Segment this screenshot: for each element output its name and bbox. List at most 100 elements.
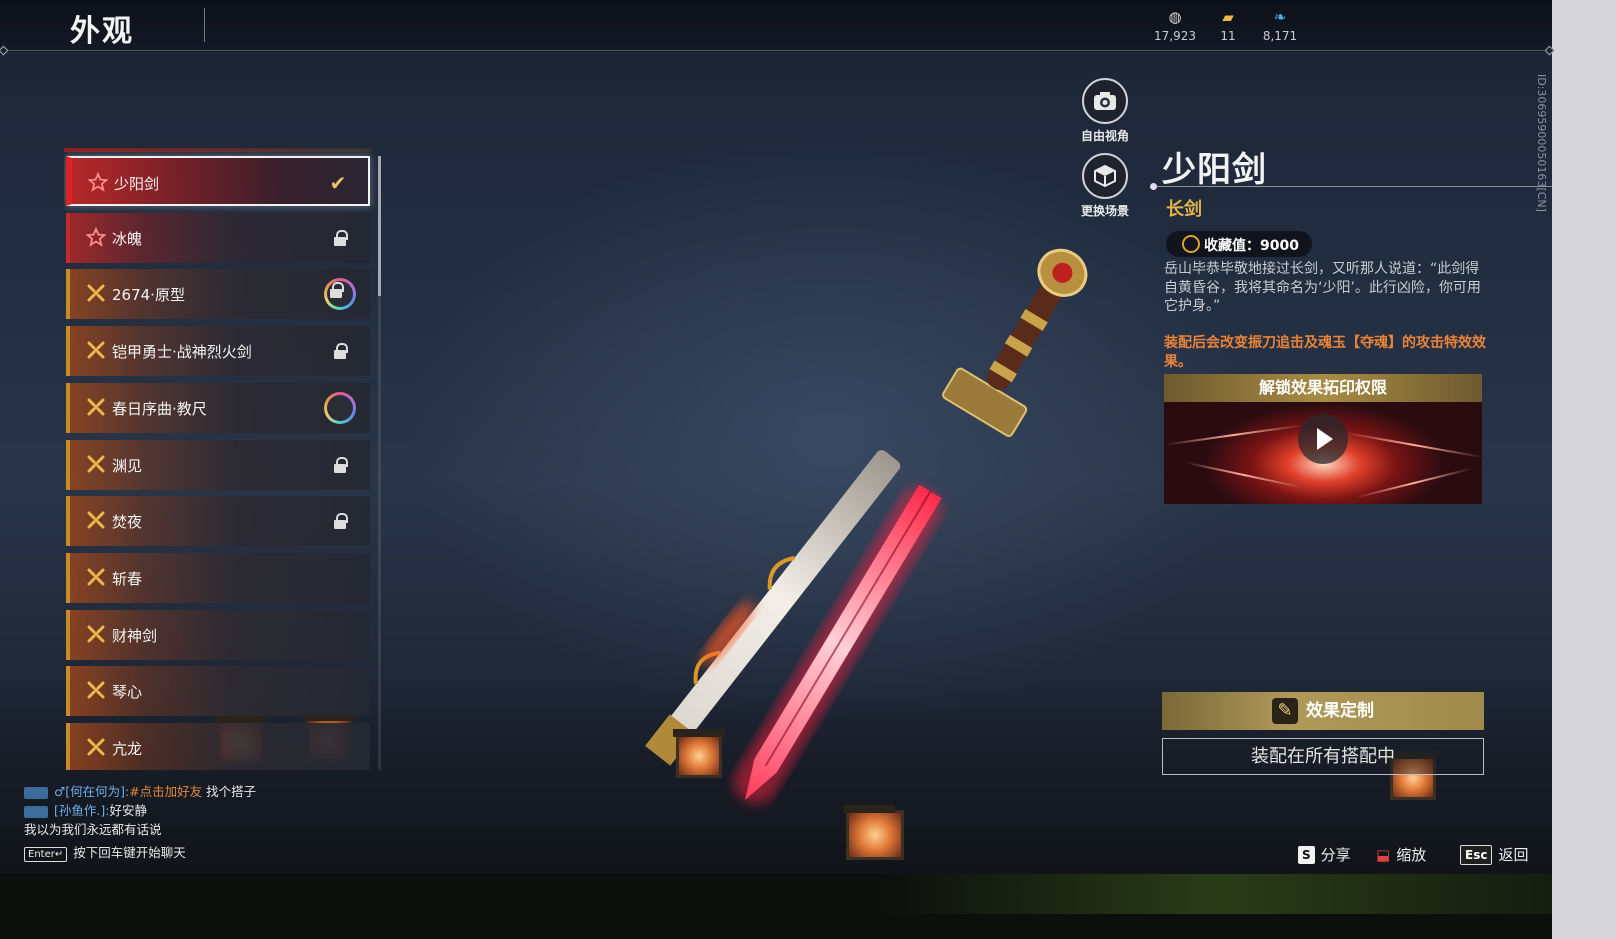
share-hotkey[interactable]: S 分享 [1298,844,1351,865]
chat-panel[interactable]: ♂[何在何为]:#点击加好友 找个搭子 [孙鱼作.]:好安静 我以为我们永远都有… [24,782,384,862]
chat-sender[interactable]: [何在何为]: [65,784,129,799]
currency-coin: ◍ 17,923 [1145,8,1205,43]
mouse-icon: ⬓ [1376,846,1391,864]
s-key: S [1298,846,1315,864]
currency-value: 17,923 [1154,29,1196,43]
collection-value-badge: 收藏值：9000 [1166,231,1312,257]
chat-message: 好安静 [109,803,147,818]
top-divider [4,50,1550,51]
zoom-hotkey[interactable]: ⬓ 缩放 [1376,844,1426,865]
effect-preview-video[interactable]: 解锁效果拓印权限 [1164,374,1482,504]
chat-message: 我以为我们永远都有话说 [24,822,162,837]
lock-icon [328,509,352,533]
gold-quality-icon [87,625,105,643]
customize-label: 效果定制 [1306,701,1374,721]
list-item-label: 琴心 [112,683,143,702]
list-item-label: 财神剑 [112,626,158,645]
lock-icon [328,339,352,363]
gold-quality-icon [87,511,105,529]
list-item-label: 少阳剑 [114,175,160,193]
list-item[interactable]: 焚夜 [66,496,370,547]
screen-edge [1552,0,1616,939]
list-item-label: 冰魄 [112,229,143,248]
item-description: 岳山毕恭毕敬地接过长剑，又听那人说道：“此剑得自黄昏谷，我将其命名为‘少阳’。此… [1164,261,1481,314]
gold-quality-icon [87,568,105,586]
currency-value: 11 [1220,29,1236,43]
item-type: 长剑 [1166,199,1202,220]
gold-quality-icon [87,455,105,472]
title-ornament [1150,183,1157,190]
video-title: 解锁效果拓印权限 [1164,374,1482,402]
chat-line: [孙鱼作.]:好安静 [24,801,384,820]
player-id: ID:3069590005016​3[CN] [1535,74,1548,212]
chat-input-hint[interactable]: Enter↵ 按下回车键开始聊天 [24,843,384,862]
list-item[interactable]: 财神剑 [66,609,370,660]
lantern [673,729,725,778]
top-bar [0,0,1552,52]
list-item[interactable]: 春日序曲·教尺 [66,382,370,433]
list-item-label: 2674·原型 [112,286,185,305]
rarity-ring-icon [324,391,356,424]
effect-description: 装配后会改变振刀追击及魂玉【夺魂】的攻击特效效果。 [1164,335,1486,370]
list-item[interactable]: 琴心 [66,666,370,717]
share-label: 分享 [1320,846,1351,864]
back-label: 返回 [1498,846,1529,864]
equip-all-button[interactable]: 装配在所有搭配中 [1162,738,1484,775]
chat-message: 找个搭子 [206,784,257,799]
collection-value: 收藏值：9000 [1204,238,1299,254]
list-item-label: 铠甲勇士·战神烈火剑 [112,343,252,362]
list-item[interactable]: 斩春 [66,552,370,603]
add-friend-link[interactable]: #点击加好友 [129,784,202,799]
sword-model[interactable] [560,240,1140,840]
list-item-label: 渊见 [112,456,143,475]
feather-icon: ❧ [1273,8,1287,26]
hilt [942,248,1088,437]
status-empty [328,679,352,703]
list-item[interactable]: 少阳剑 ✔ [66,156,370,206]
list-item[interactable]: 亢龙 [66,723,370,770]
change-scene-label: 更换场景 [1080,204,1129,218]
free-camera-label: 自由视角 [1080,129,1129,143]
collection-icon [1182,235,1200,253]
play-icon[interactable] [1298,414,1348,464]
male-icon: ♂ [54,784,66,799]
back-hotkey[interactable]: Esc 返回 [1460,844,1528,865]
enter-key-icon: Enter↵ [24,847,68,862]
customize-effect-button[interactable]: ✎ 效果定制 [1162,692,1484,730]
flower-icon [88,172,108,192]
coin-icon: ◍ [1168,8,1182,26]
skin-list[interactable]: 少阳剑 ✔ 冰魄 2674·原型铠甲勇士·战神烈火剑春日序曲·教尺渊见焚夜 斩春财神剑琴… [64,148,384,770]
screen-bottom [0,874,1552,939]
status-empty [328,623,352,647]
change-scene-button[interactable] [1082,153,1128,199]
rarity-ring-lock-icon [324,278,356,311]
chat-hint: 按下回车键开始聊天 [73,845,186,860]
lantern [843,805,904,860]
list-item[interactable]: 铠甲勇士·战神烈火剑 [66,326,370,377]
currency-feather: ❧ 8,171 [1250,8,1310,43]
list-header-bar [64,148,372,152]
free-camera-button[interactable] [1082,78,1128,124]
gold-quality-icon [87,284,105,302]
channel-tag [24,805,48,818]
item-name: 少阳剑 [1162,150,1267,190]
scrollbar-thumb[interactable] [378,156,381,296]
status-empty [328,566,352,590]
lock-icon [328,453,352,477]
currency-value: 8,171 [1262,29,1298,43]
zoom-label: 缩放 [1396,846,1427,864]
lock-icon [328,226,352,250]
channel-tag [24,786,48,799]
wrench-icon: ✎ [1272,698,1298,724]
list-item[interactable]: 渊见 [66,439,370,490]
chat-line: 我以为我们永远都有话说 [24,820,384,839]
check-icon: ✔ [329,171,347,195]
esc-key: Esc [1460,845,1493,865]
page-title: 外观 [70,14,134,49]
currency-ticket: ▰ 11 [1198,8,1258,43]
chat-sender[interactable]: [孙鱼作.]: [54,803,109,818]
gold-quality-icon [87,398,105,416]
list-item-label: 亢龙 [112,740,143,758]
list-item[interactable]: 冰魄 [66,212,370,263]
list-item[interactable]: 2674·原型 [66,269,370,320]
